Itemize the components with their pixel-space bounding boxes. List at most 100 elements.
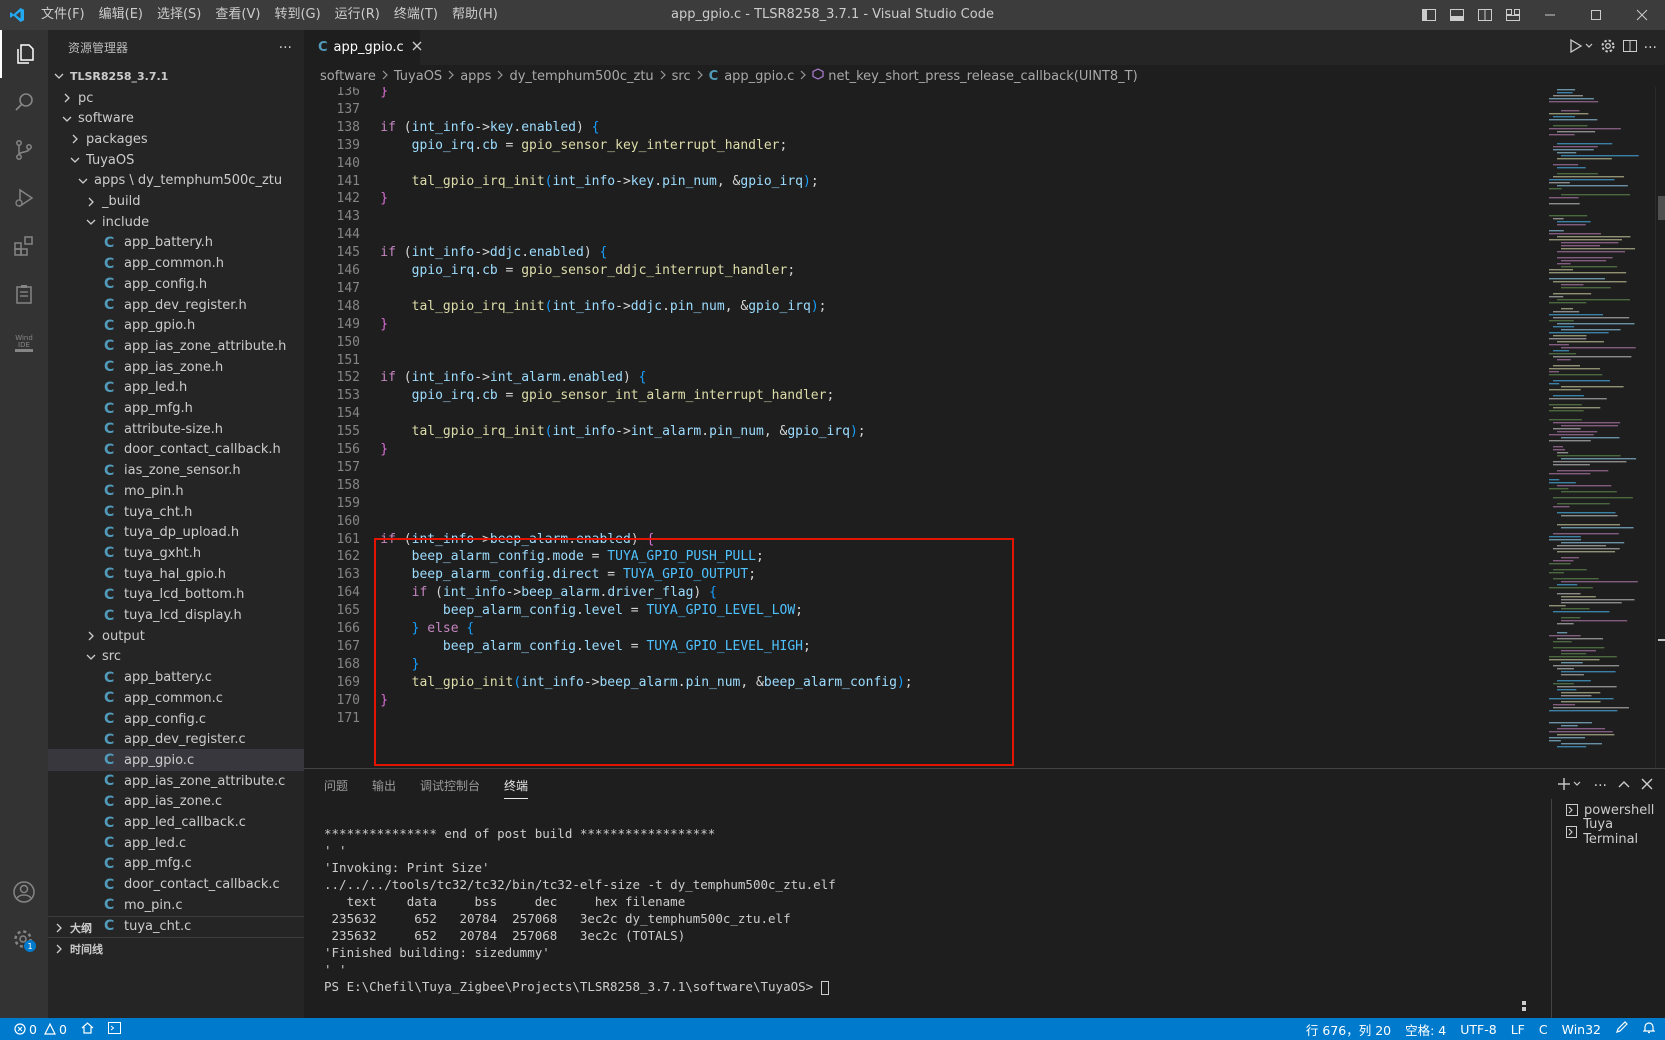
- tree-file[interactable]: Cmo_pin.h: [48, 480, 304, 502]
- menu-item-3[interactable]: 查看(V): [208, 0, 267, 30]
- breadcrumb-item[interactable]: net_key_short_press_release_callback(UIN…: [828, 69, 1137, 84]
- eol-status[interactable]: LF: [1511, 1022, 1525, 1037]
- tree-file[interactable]: Cmo_pin.c: [48, 894, 304, 916]
- terminal-drag-handle[interactable]: [1522, 1001, 1526, 1011]
- tab-app-gpio-c[interactable]: C app_gpio.c: [304, 30, 422, 65]
- toggle-panel-icon[interactable]: [1443, 0, 1471, 30]
- tree-folder[interactable]: apps \ dy_temphum500c_ztu: [48, 170, 304, 192]
- menu-item-6[interactable]: 终端(T): [387, 0, 445, 30]
- tree-file[interactable]: Capp_battery.h: [48, 232, 304, 254]
- run-debug-dropdown-icon[interactable]: [1568, 38, 1594, 58]
- code-editor[interactable]: 136 } 137 138 if (int_info->key.enabled) {…: [304, 87, 1665, 768]
- explorer-icon[interactable]: [0, 30, 48, 78]
- panel-tab-1[interactable]: 输出: [372, 769, 396, 803]
- tree-folder[interactable]: include: [48, 211, 304, 233]
- close-window-button[interactable]: [1619, 0, 1665, 30]
- tree-file[interactable]: Capp_config.h: [48, 273, 304, 295]
- panel-tab-2[interactable]: 调试控制台: [420, 769, 480, 803]
- tree-file[interactable]: Capp_dev_register.c: [48, 729, 304, 751]
- tree-file[interactable]: Capp_led_callback.c: [48, 812, 304, 834]
- tree-folder[interactable]: TuyaOS: [48, 149, 304, 171]
- extensions-icon[interactable]: [0, 222, 48, 270]
- tuya-tool-icon[interactable]: [0, 270, 48, 318]
- tree-file[interactable]: Capp_battery.c: [48, 667, 304, 689]
- language-mode[interactable]: C: [1539, 1022, 1548, 1037]
- tree-file[interactable]: Capp_mfg.h: [48, 398, 304, 420]
- maximize-button[interactable]: [1573, 0, 1619, 30]
- tree-file[interactable]: Cdoor_contact_callback.c: [48, 874, 304, 896]
- terminal-output[interactable]: *************** end of post build ******…: [324, 825, 1524, 995]
- tree-file[interactable]: Ctuya_hal_gpio.h: [48, 563, 304, 585]
- terminal-icon[interactable]: [107, 1021, 121, 1037]
- encoding-status[interactable]: UTF-8: [1460, 1022, 1496, 1037]
- menu-item-5[interactable]: 运行(R): [328, 0, 387, 30]
- notifications-bell-icon[interactable]: [1642, 1021, 1656, 1037]
- panel-tab-3[interactable]: 终端: [504, 773, 529, 799]
- tree-file[interactable]: Ctuya_lcd_display.h: [48, 605, 304, 627]
- tree-file[interactable]: Cias_zone_sensor.h: [48, 460, 304, 482]
- account-icon[interactable]: [0, 868, 48, 916]
- tree-file[interactable]: Ctuya_lcd_bottom.h: [48, 584, 304, 606]
- tree-file[interactable]: Capp_led.c: [48, 832, 304, 854]
- editor-scrollbar[interactable]: [1655, 87, 1665, 768]
- minimize-button[interactable]: [1527, 0, 1573, 30]
- breadcrumb-item[interactable]: dy_temphum500c_ztu: [509, 69, 653, 84]
- source-control-icon[interactable]: [0, 126, 48, 174]
- more-actions-icon[interactable]: ···: [1594, 778, 1607, 794]
- menu-item-7[interactable]: 帮助(H): [445, 0, 505, 30]
- breadcrumb-item[interactable]: src: [672, 69, 691, 84]
- tree-file[interactable]: Cattribute-size.h: [48, 418, 304, 440]
- tree-file[interactable]: Capp_config.c: [48, 708, 304, 730]
- problems-status[interactable]: 0 0: [14, 1022, 67, 1037]
- menu-item-4[interactable]: 转到(G): [267, 0, 327, 30]
- outline-section[interactable]: 大纲: [48, 916, 304, 938]
- tree-file[interactable]: Capp_mfg.c: [48, 853, 304, 875]
- tree-file[interactable]: Ctuya_dp_upload.h: [48, 522, 304, 544]
- more-actions-icon[interactable]: ···: [279, 40, 292, 56]
- tree-file[interactable]: Capp_common.c: [48, 687, 304, 709]
- customize-layout-icon[interactable]: [1499, 0, 1527, 30]
- tree-file[interactable]: Ctuya_cht.h: [48, 501, 304, 523]
- tree-folder[interactable]: src: [48, 646, 304, 668]
- tree-file[interactable]: Capp_dev_register.h: [48, 294, 304, 316]
- breadcrumb-item[interactable]: software: [320, 69, 376, 84]
- tree-folder[interactable]: pc: [48, 87, 304, 109]
- more-actions-icon[interactable]: ···: [1644, 40, 1657, 56]
- tree-file[interactable]: Capp_ias_zone_attribute.h: [48, 335, 304, 357]
- tree-file[interactable]: Cdoor_contact_callback.h: [48, 439, 304, 461]
- platform-status[interactable]: Win32: [1562, 1022, 1601, 1037]
- panel-tab-0[interactable]: 问题: [324, 769, 348, 803]
- indentation-status[interactable]: 空格: 4: [1405, 1020, 1446, 1039]
- workspace-root[interactable]: TLSR8258_3.7.1: [48, 65, 304, 87]
- tree-file[interactable]: Capp_gpio.h: [48, 315, 304, 337]
- tree-file[interactable]: Capp_ias_zone_attribute.c: [48, 770, 304, 792]
- terminal-instance[interactable]: Tuya Terminal: [1552, 817, 1665, 847]
- new-terminal-icon[interactable]: [1557, 776, 1584, 796]
- wind-ide-icon[interactable]: Wind IDE: [0, 318, 48, 366]
- tree-file[interactable]: Capp_led.h: [48, 377, 304, 399]
- run-debug-icon[interactable]: [0, 174, 48, 222]
- tree-file[interactable]: Capp_ias_zone.h: [48, 356, 304, 378]
- tree-file[interactable]: Ctuya_gxht.h: [48, 542, 304, 564]
- close-panel-icon[interactable]: [1641, 778, 1653, 794]
- cursor-position[interactable]: 行 676，列 20: [1306, 1020, 1391, 1039]
- close-tab-icon[interactable]: [412, 40, 422, 55]
- tree-file[interactable]: Capp_gpio.c: [48, 749, 304, 772]
- maximize-panel-icon[interactable]: [1617, 777, 1631, 795]
- tree-file[interactable]: Capp_common.h: [48, 253, 304, 275]
- menu-item-1[interactable]: 编辑(E): [92, 0, 150, 30]
- settings-icon[interactable]: [1600, 38, 1616, 58]
- minimap[interactable]: [1543, 87, 1655, 768]
- tree-file[interactable]: Capp_ias_zone.c: [48, 791, 304, 813]
- tree-folder[interactable]: packages: [48, 128, 304, 150]
- toggle-secondary-sidebar-icon[interactable]: [1471, 0, 1499, 30]
- menu-item-2[interactable]: 选择(S): [150, 0, 208, 30]
- menu-item-0[interactable]: 文件(F): [34, 0, 92, 30]
- settings-gear-icon[interactable]: 1: [0, 916, 48, 964]
- breadcrumb-item[interactable]: app_gpio.c: [724, 69, 794, 84]
- feedback-icon[interactable]: [1615, 1021, 1629, 1037]
- tree-folder[interactable]: _build: [48, 191, 304, 213]
- home-icon[interactable]: [81, 1021, 94, 1037]
- tree-folder[interactable]: output: [48, 625, 304, 647]
- toggle-sidebar-icon[interactable]: [1415, 0, 1443, 30]
